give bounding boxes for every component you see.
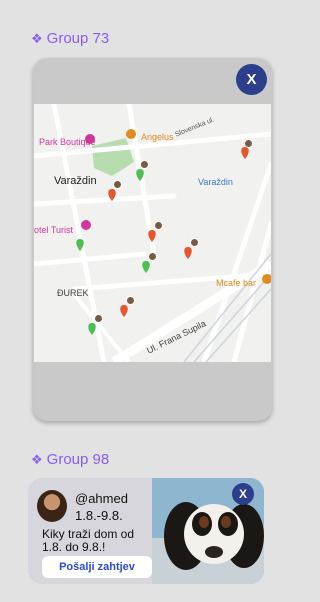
map-label-hotel: otel Turist bbox=[34, 225, 74, 235]
group-98-title: Group 98 bbox=[46, 451, 110, 468]
map-label-varazdin-station: Varaždin bbox=[198, 177, 233, 187]
pet-pin-icon[interactable] bbox=[74, 238, 86, 252]
poi-park-icon bbox=[84, 133, 96, 147]
pet-avatar-icon bbox=[126, 296, 135, 305]
send-request-button[interactable]: Pošalji zahtjev bbox=[42, 556, 152, 578]
poi-hotel-icon bbox=[80, 219, 92, 233]
pet-pin-icon[interactable] bbox=[239, 146, 251, 160]
close-button[interactable]: X bbox=[236, 64, 267, 95]
group-98-label: ❖ Group 98 bbox=[31, 451, 109, 468]
map-view[interactable]: Park Boutique Angelus Slovenska ul. Vara… bbox=[34, 104, 271, 362]
pet-pin-icon[interactable] bbox=[146, 229, 158, 243]
card-username: @ahmed bbox=[75, 491, 128, 506]
poi-mcafe-icon bbox=[261, 273, 271, 287]
pet-avatar-icon bbox=[244, 139, 253, 148]
diamond-group-icon: ❖ bbox=[31, 31, 43, 46]
group-73-label: ❖ Group 73 bbox=[31, 30, 109, 47]
pet-pin-icon[interactable] bbox=[140, 260, 152, 274]
pet-avatar-icon bbox=[154, 221, 163, 230]
pet-avatar-icon bbox=[113, 180, 122, 189]
pet-pin-icon[interactable] bbox=[134, 168, 146, 182]
diamond-group-icon: ❖ bbox=[31, 452, 43, 467]
pet-avatar-icon bbox=[190, 238, 199, 247]
map-label-angelus: Angelus bbox=[141, 132, 174, 142]
pet-pin-icon[interactable] bbox=[182, 246, 194, 260]
group-73-title: Group 73 bbox=[46, 30, 110, 47]
card-description: Kiky traži dom od 1.8. do 9.8.! bbox=[42, 527, 135, 554]
pet-pin-icon[interactable] bbox=[118, 304, 130, 318]
card-dates: 1.8.-9.8. bbox=[75, 508, 123, 523]
pet-avatar-icon bbox=[94, 314, 103, 323]
poi-angelus-icon bbox=[125, 128, 137, 142]
pet-pin-icon[interactable] bbox=[86, 322, 98, 336]
map-label-mcafe: Mcafe bar bbox=[216, 278, 257, 288]
map-label-durek: ĐUREK bbox=[57, 288, 89, 298]
pet-avatar-icon bbox=[148, 252, 157, 261]
pet-avatar-icon bbox=[140, 160, 149, 169]
avatar bbox=[37, 490, 67, 522]
pet-pin-icon[interactable] bbox=[106, 188, 118, 202]
close-card-button[interactable]: X bbox=[232, 483, 254, 505]
map-label-varazdin: Varaždin bbox=[54, 175, 97, 187]
